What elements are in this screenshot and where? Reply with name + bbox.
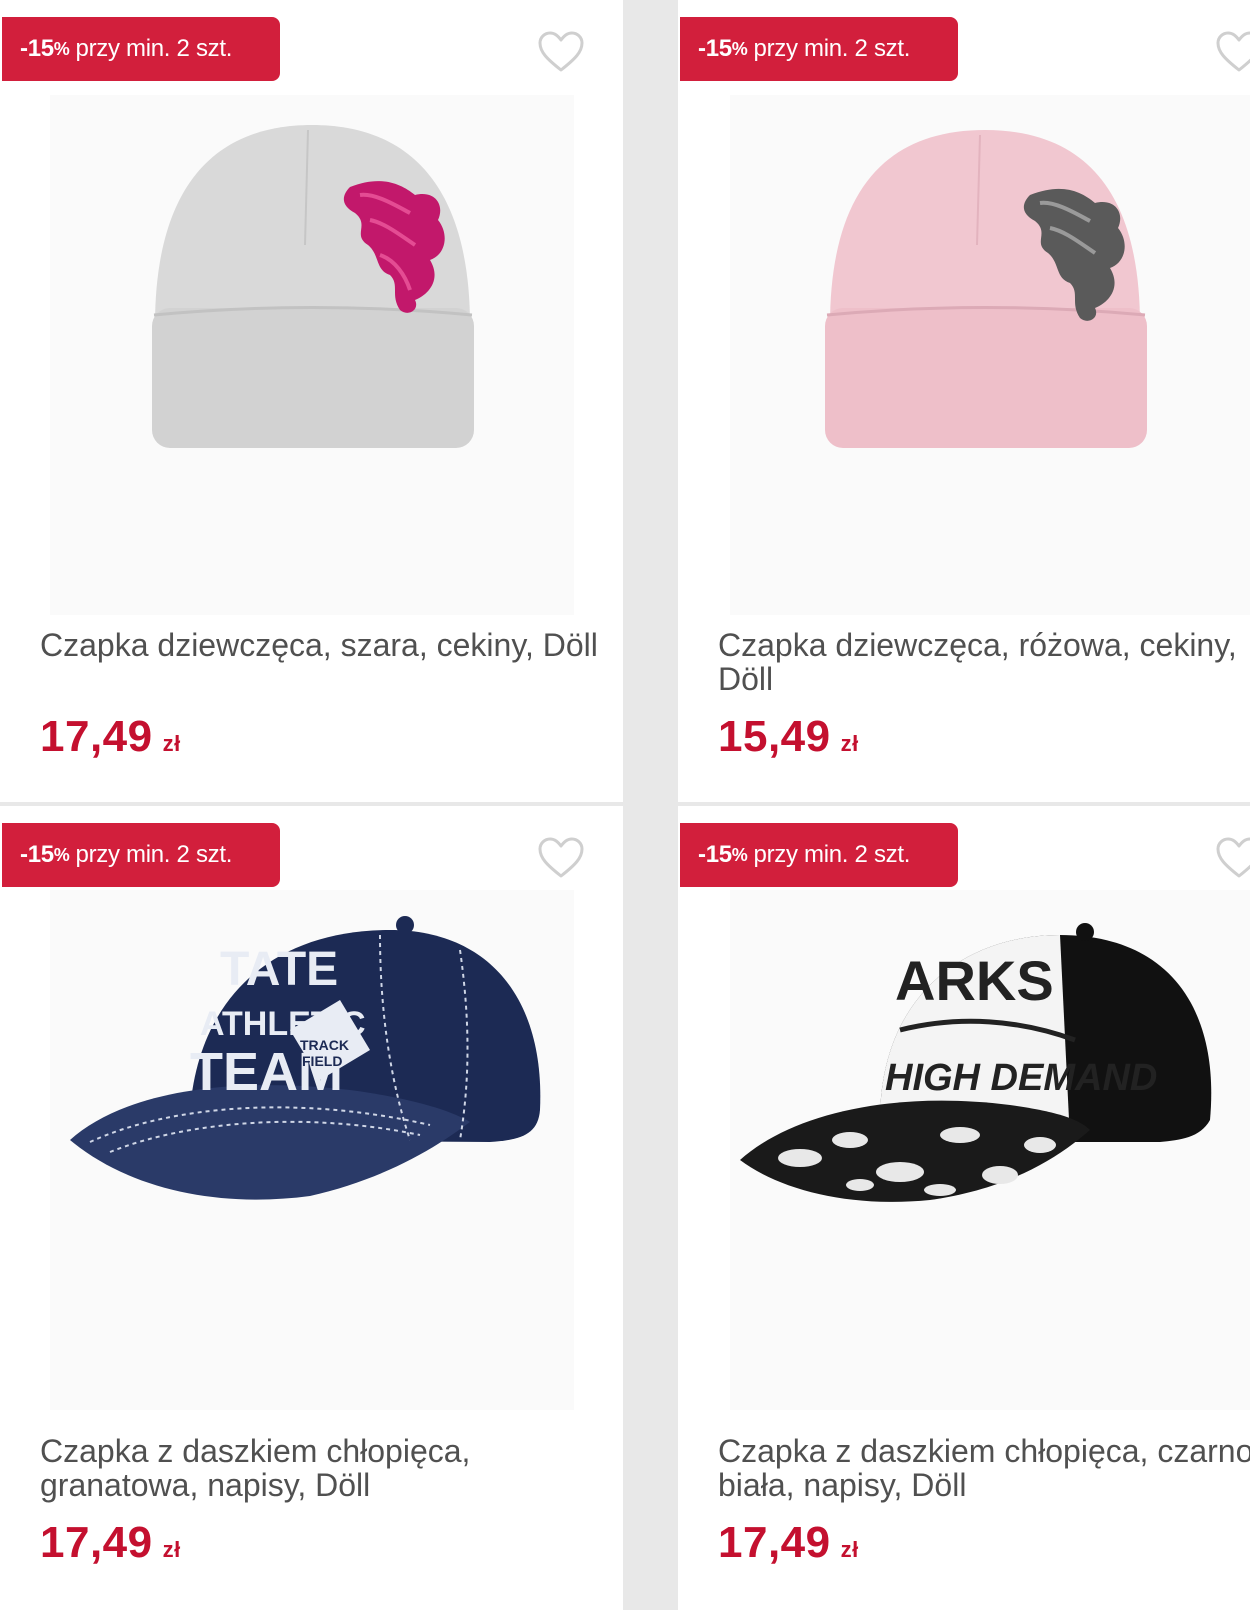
product-price: 15,49 zł [718, 712, 859, 762]
product-title[interactable]: Czapka dziewczęca, szara, cekiny, Döll [40, 628, 600, 662]
price-currency: zł [840, 1537, 859, 1562]
product-image[interactable]: TATE ATHLETIC TEAM TRACK FIELD [50, 890, 574, 1410]
product-card[interactable]: -15% przy min. 2 szt. ARKS HIGH DEMAND C… [678, 806, 1250, 1610]
badge-text: przy min. 2 szt. [75, 841, 233, 868]
badge-text: przy min. 2 szt. [75, 35, 233, 62]
badge-percent: % [731, 844, 748, 865]
price-currency: zł [162, 1537, 181, 1562]
beanie-image [152, 125, 474, 448]
badge-value: -15 [20, 35, 54, 62]
price-value: 17,49 [40, 712, 153, 761]
price-currency: zł [840, 731, 859, 756]
badge-value: -15 [20, 841, 54, 868]
badge-value: -15 [698, 35, 732, 62]
badge-percent: % [53, 38, 70, 59]
product-card[interactable]: -15% przy min. 2 szt. Czapka dziewczęca, … [0, 0, 623, 802]
product-card[interactable]: -15% przy min. 2 szt. Czapka dziewczęca, … [678, 0, 1250, 802]
badge-percent: % [731, 38, 748, 59]
product-image[interactable]: ARKS HIGH DEMAND [730, 890, 1250, 1410]
product-image[interactable] [50, 95, 574, 615]
svg-text:ARKS: ARKS [895, 949, 1054, 1012]
svg-text:HIGH DEMAND: HIGH DEMAND [885, 1057, 1157, 1099]
promo-badge: -15% przy min. 2 szt. [2, 823, 280, 887]
heart-icon[interactable] [1215, 836, 1250, 880]
promo-badge: -15% przy min. 2 szt. [680, 823, 958, 887]
svg-text:FIELD: FIELD [302, 1053, 342, 1069]
promo-badge: -15% przy min. 2 szt. [2, 17, 280, 81]
product-title[interactable]: Czapka dziewczęca, różowa, cekiny, Döll [718, 628, 1250, 696]
product-price: 17,49 zł [718, 1518, 859, 1568]
price-value: 15,49 [718, 712, 831, 761]
product-grid: -15% przy min. 2 szt. Czapka dziewczęca, … [0, 0, 1250, 1610]
product-price: 17,49 zł [40, 1518, 181, 1568]
heart-icon[interactable] [537, 836, 585, 880]
price-value: 17,49 [40, 1518, 153, 1567]
badge-value: -15 [698, 841, 732, 868]
badge-text: przy min. 2 szt. [753, 35, 911, 62]
product-image[interactable] [730, 95, 1250, 615]
beanie-image [825, 130, 1147, 448]
cap-image: TATE ATHLETIC TEAM TRACK FIELD [70, 916, 541, 1200]
svg-text:TRACK: TRACK [300, 1037, 349, 1053]
cap-image: ARKS HIGH DEMAND [740, 923, 1212, 1202]
product-title[interactable]: Czapka z daszkiem chłopięca, czarno-biał… [718, 1434, 1250, 1502]
heart-icon[interactable] [1215, 30, 1250, 74]
price-value: 17,49 [718, 1518, 831, 1567]
badge-percent: % [53, 844, 70, 865]
heart-icon[interactable] [537, 30, 585, 74]
badge-text: przy min. 2 szt. [753, 841, 911, 868]
promo-badge: -15% przy min. 2 szt. [680, 17, 958, 81]
product-price: 17,49 zł [40, 712, 181, 762]
price-currency: zł [162, 731, 181, 756]
svg-text:TATE: TATE [220, 943, 338, 996]
product-card[interactable]: -15% przy min. 2 szt. TATE ATHLETIC TEAM … [0, 806, 623, 1610]
product-title[interactable]: Czapka z daszkiem chłopięca, granatowa, … [40, 1434, 600, 1502]
